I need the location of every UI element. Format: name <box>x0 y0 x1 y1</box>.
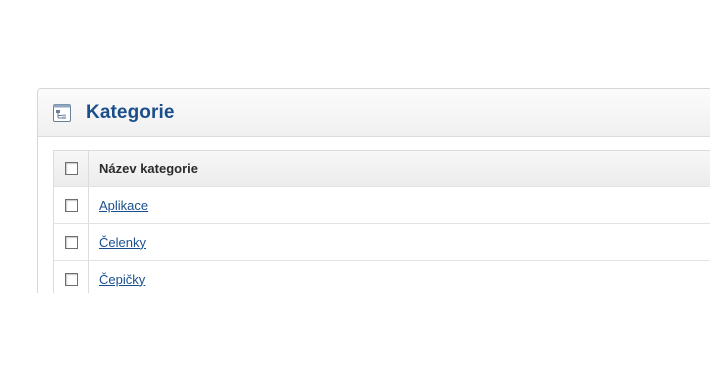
select-all-cell <box>54 151 89 186</box>
categories-panel: Kategorie Název kategorie Aplikace Čelen… <box>37 88 710 293</box>
categories-table: Název kategorie Aplikace Čelenky Čepičky <box>53 150 710 293</box>
panel-header: Kategorie <box>38 89 710 137</box>
column-header-name[interactable]: Název kategorie <box>89 161 198 176</box>
category-link[interactable]: Aplikace <box>99 198 148 213</box>
table-row: Čelenky <box>53 224 710 261</box>
row-checkbox[interactable] <box>64 272 78 286</box>
row-check-cell <box>54 187 89 223</box>
category-tree-icon <box>52 103 72 123</box>
table-row: Aplikace <box>53 187 710 224</box>
table-row: Čepičky <box>53 261 710 293</box>
row-checkbox[interactable] <box>64 235 78 249</box>
table-header-row: Název kategorie <box>53 150 710 187</box>
category-link[interactable]: Čelenky <box>99 235 146 250</box>
row-check-cell <box>54 261 89 293</box>
category-link[interactable]: Čepičky <box>99 272 145 287</box>
row-check-cell <box>54 224 89 260</box>
row-checkbox[interactable] <box>64 198 78 212</box>
panel-title: Kategorie <box>86 101 175 123</box>
select-all-checkbox[interactable] <box>64 162 78 175</box>
